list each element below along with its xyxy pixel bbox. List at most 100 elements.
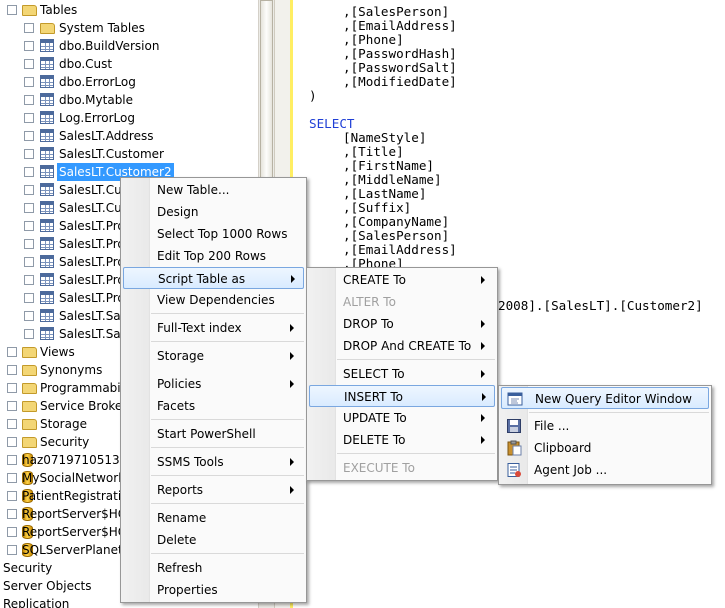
expand-icon[interactable] (7, 401, 17, 411)
tree-node[interactable]: Tables (0, 1, 258, 19)
tree-node[interactable]: dbo.Mytable (0, 91, 258, 109)
menu-item-properties[interactable]: Properties (123, 579, 304, 601)
expand-icon[interactable] (24, 95, 34, 105)
code-line: ,[Phone] (343, 32, 404, 47)
menu-item-file[interactable]: File ... (501, 415, 709, 437)
menu-item-ssms-tools[interactable]: SSMS Tools (123, 451, 304, 473)
expand-icon[interactable] (24, 131, 34, 141)
expand-icon[interactable] (7, 527, 17, 537)
expand-icon[interactable] (7, 455, 17, 465)
menu-item-policies[interactable]: Policies (123, 373, 304, 395)
tree-node[interactable]: dbo.ErrorLog (0, 73, 258, 91)
menu-item-select-to[interactable]: SELECT To (309, 363, 495, 385)
expand-icon[interactable] (24, 167, 34, 177)
expand-icon[interactable] (24, 239, 34, 249)
expand-icon[interactable] (24, 41, 34, 51)
menu-item-label: DROP And CREATE To (343, 339, 472, 353)
table-icon (40, 237, 54, 250)
expand-icon[interactable] (7, 419, 17, 429)
folder-icon (22, 347, 37, 358)
expand-icon[interactable] (24, 77, 34, 87)
menu-item-reports[interactable]: Reports (123, 479, 304, 501)
expand-icon[interactable] (24, 59, 34, 69)
menu-item-clipboard[interactable]: Clipboard (501, 437, 709, 459)
menu-item-label: New Table... (157, 183, 230, 197)
tree-node[interactable]: dbo.BuildVersion (0, 37, 258, 55)
menu-item-facets[interactable]: Facets (123, 395, 304, 417)
menu-item-label: Storage (157, 349, 204, 363)
menu-item-label: Delete (157, 533, 197, 547)
expand-icon[interactable] (24, 257, 34, 267)
menu-item-insert-to[interactable]: INSERT To (309, 385, 495, 407)
expand-icon[interactable] (24, 113, 34, 123)
expand-icon[interactable] (24, 185, 34, 195)
tree-node[interactable]: Log.ErrorLog (0, 109, 258, 127)
code-line: ,[EmailAddress] (343, 18, 457, 33)
menu-item-agent-job[interactable]: Agent Job ... (501, 459, 709, 481)
submenu-arrow-icon (290, 486, 294, 494)
menu-item-label: Rename (157, 511, 207, 525)
expand-icon[interactable] (24, 293, 34, 303)
menu-item-design[interactable]: Design (123, 201, 304, 223)
menu-item-label: Design (157, 205, 199, 219)
expand-icon[interactable] (7, 473, 17, 483)
tree-node-label: Server Objects (3, 579, 92, 593)
expand-icon[interactable] (24, 275, 34, 285)
tree-node-label: dbo.ErrorLog (59, 75, 136, 89)
tree-node-label: Security (40, 435, 90, 449)
table-icon (40, 75, 54, 88)
menu-item-drop-and-create-to[interactable]: DROP And CREATE To (309, 335, 495, 357)
expand-icon[interactable] (24, 311, 34, 321)
menu-item-storage[interactable]: Storage (123, 345, 304, 367)
tree-node[interactable]: dbo.Cust (0, 55, 258, 73)
menu-item-label: Facets (157, 399, 196, 413)
menu-item-create-to[interactable]: CREATE To (309, 269, 495, 291)
expand-icon[interactable] (7, 509, 17, 519)
menu-item-delete-to[interactable]: DELETE To (309, 429, 495, 451)
folder-icon (40, 23, 55, 34)
code-line: ,[Suffix] (343, 200, 412, 215)
menu-item-refresh[interactable]: Refresh (123, 557, 304, 579)
table-icon (40, 309, 54, 322)
menu-item-delete[interactable]: Delete (123, 529, 304, 551)
expand-icon[interactable] (7, 347, 17, 357)
menu-item-select-top-1000-rows[interactable]: Select Top 1000 Rows (123, 223, 304, 245)
menu-item-full-text-index[interactable]: Full-Text index (123, 317, 304, 339)
menu-item-new-query-editor-window[interactable]: New Query Editor Window (501, 387, 709, 409)
tree-node-label: SalesLT.Cus (59, 183, 128, 197)
code-line: ,[ModifiedDate] (343, 74, 457, 89)
expand-icon[interactable] (24, 23, 34, 33)
menu-item-rename[interactable]: Rename (123, 507, 304, 529)
menu-item-drop-to[interactable]: DROP To (309, 313, 495, 335)
folder-icon (22, 383, 37, 394)
menu-separator (151, 475, 304, 476)
expand-icon[interactable] (24, 149, 34, 159)
expand-icon[interactable] (7, 437, 17, 447)
menu-item-update-to[interactable]: UPDATE To (309, 407, 495, 429)
expand-icon[interactable] (7, 491, 17, 501)
expand-icon[interactable] (7, 365, 17, 375)
menu-item-edit-top-200-rows[interactable]: Edit Top 200 Rows (123, 245, 304, 267)
expand-icon[interactable] (24, 221, 34, 231)
menu-item-new-table[interactable]: New Table... (123, 179, 304, 201)
tree-node[interactable]: SalesLT.Address (0, 127, 258, 145)
tree-node[interactable]: SalesLT.Customer (0, 145, 258, 163)
expand-icon[interactable] (24, 329, 34, 339)
code-line: ,[SalesPerson] (343, 4, 450, 19)
menu-item-script-table-as[interactable]: Script Table as (123, 267, 304, 289)
expand-icon[interactable] (24, 203, 34, 213)
tree-node-label: Views (40, 345, 75, 359)
menu-item-view-dependencies[interactable]: View Dependencies (123, 289, 304, 311)
expand-icon[interactable] (7, 383, 17, 393)
tree-node[interactable]: System Tables (0, 19, 258, 37)
menu-item-start-powershell[interactable]: Start PowerShell (123, 423, 304, 445)
submenu-arrow-icon (290, 352, 294, 360)
menu-item-label: CREATE To (343, 273, 406, 287)
code-line: ,[SalesPerson] (343, 228, 450, 243)
menu-separator (151, 553, 304, 554)
collapse-icon[interactable] (7, 5, 17, 15)
expand-icon[interactable] (7, 545, 17, 555)
tree-node-label: Service Broker (40, 399, 128, 413)
code-line: ,[CompanyName] (343, 214, 450, 229)
menu-item-label: Clipboard (534, 441, 592, 455)
